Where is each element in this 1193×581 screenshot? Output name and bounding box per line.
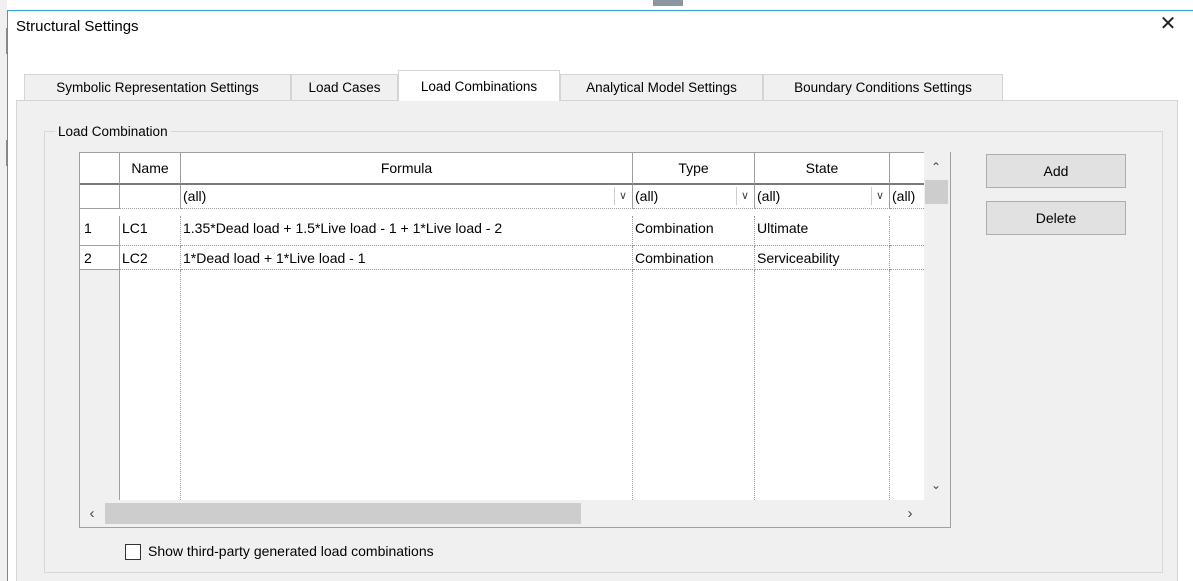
- table-cell-name[interactable]: LC1: [120, 216, 181, 246]
- tab-boundary-conditions-settings[interactable]: Boundary Conditions Settings: [763, 74, 1003, 101]
- show-third-party-checkbox[interactable]: [125, 544, 141, 560]
- add-button[interactable]: Add: [986, 154, 1126, 188]
- chevron-down-icon[interactable]: ∨: [871, 187, 888, 205]
- background-window-mark: [653, 0, 683, 6]
- filter-state-select[interactable]: (all) ∨: [755, 185, 890, 209]
- empty-column: [181, 270, 633, 500]
- vertical-scrollbar-thumb[interactable]: [925, 180, 948, 204]
- empty-column: [633, 270, 755, 500]
- table-cell-formula[interactable]: 1.35*Dead load + 1.5*Live load - 1 + 1*L…: [181, 216, 633, 246]
- filter-formula-value: (all): [183, 188, 207, 204]
- filter-state-value: (all): [757, 188, 781, 204]
- table-cell-type[interactable]: Combination: [633, 216, 755, 246]
- filter-extra-value: (all): [892, 188, 916, 204]
- load-combination-table: Name Formula Type State (all) ∨ (all) ∨ …: [79, 152, 951, 528]
- column-header-formula[interactable]: Formula: [181, 153, 633, 185]
- row-header-corner: [80, 153, 120, 185]
- table-cell-type[interactable]: Combination: [633, 246, 755, 270]
- close-icon[interactable]: ✕: [1155, 11, 1181, 37]
- chevron-right-icon[interactable]: ›: [902, 505, 918, 522]
- row-header[interactable]: 1: [80, 216, 120, 246]
- tab-load-combinations[interactable]: Load Combinations: [398, 70, 560, 101]
- background-window-edge: [0, 0, 7, 581]
- filter-name-cell: [120, 185, 181, 209]
- filter-formula-select[interactable]: (all) ∨: [181, 185, 633, 209]
- table-cell-formula[interactable]: 1*Dead load + 1*Live load - 1: [181, 246, 633, 270]
- row-header[interactable]: 2: [80, 246, 120, 270]
- vertical-scrollbar[interactable]: [924, 152, 950, 500]
- horizontal-scrollbar-thumb[interactable]: [105, 503, 581, 524]
- empty-column: [120, 270, 181, 500]
- empty-column: [755, 270, 890, 500]
- table-cell-name[interactable]: LC2: [120, 246, 181, 270]
- column-header-state[interactable]: State: [755, 153, 890, 185]
- dialog-title: Structural Settings: [16, 18, 139, 35]
- chevron-down-icon[interactable]: ∨: [614, 187, 631, 205]
- show-third-party-label[interactable]: Show third-party generated load combinat…: [148, 543, 434, 559]
- column-header-name[interactable]: Name: [120, 153, 181, 185]
- row-header-filter: [80, 185, 120, 209]
- chevron-down-icon[interactable]: ⌄: [925, 478, 947, 492]
- group-label: Load Combination: [55, 124, 171, 139]
- tab-load-cases[interactable]: Load Cases: [291, 74, 398, 101]
- delete-button[interactable]: Delete: [986, 201, 1126, 235]
- tab-symbolic-representation-settings[interactable]: Symbolic Representation Settings: [24, 74, 291, 101]
- table-cell-state[interactable]: Ultimate: [755, 216, 890, 246]
- chevron-down-icon[interactable]: ∨: [736, 187, 753, 205]
- filter-type-select[interactable]: (all) ∨: [633, 185, 755, 209]
- table-cell-state[interactable]: Serviceability: [755, 246, 890, 270]
- row-header-empty: [80, 270, 120, 500]
- filter-type-value: (all): [635, 188, 659, 204]
- column-header-type[interactable]: Type: [633, 153, 755, 185]
- chevron-left-icon[interactable]: ‹: [84, 505, 100, 522]
- tab-analytical-model-settings[interactable]: Analytical Model Settings: [560, 74, 763, 101]
- chevron-up-icon[interactable]: ⌃: [925, 160, 947, 174]
